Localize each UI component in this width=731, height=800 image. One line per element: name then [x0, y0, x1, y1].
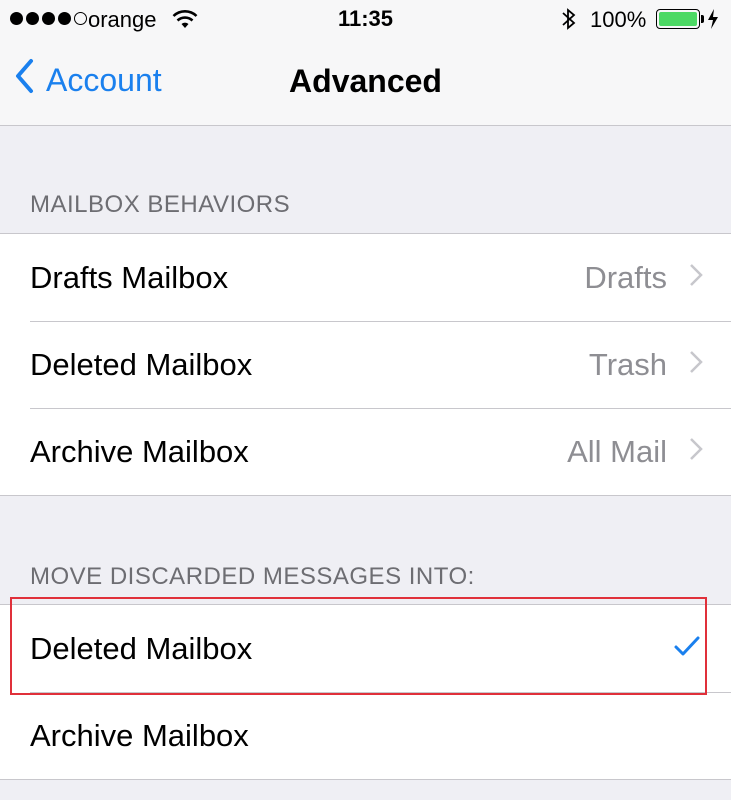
row-value: All Mail: [567, 433, 667, 469]
section-header-move-discarded: MOVE DISCARDED MESSAGES INTO:: [30, 563, 475, 590]
deleted-mailbox-row[interactable]: Deleted Mailbox Trash: [0, 321, 731, 408]
row-label: Drafts Mailbox: [30, 259, 229, 295]
battery-icon: [656, 9, 704, 29]
mailbox-behaviors-group: Drafts Mailbox Drafts Deleted Mailbox Tr…: [0, 233, 731, 496]
chevron-right-icon: [689, 437, 703, 466]
option-deleted-mailbox[interactable]: Deleted Mailbox: [0, 605, 731, 692]
option-archive-mailbox[interactable]: Archive Mailbox: [0, 692, 731, 779]
move-discarded-group: Deleted Mailbox Archive Mailbox: [0, 604, 731, 780]
status-bar: orange 11:35 100%: [0, 0, 731, 40]
drafts-mailbox-row[interactable]: Drafts Mailbox Drafts: [0, 234, 731, 321]
top-bar: orange 11:35 100% Account Advanced: [0, 0, 731, 126]
row-label: Deleted Mailbox: [30, 630, 253, 666]
battery-percent: 100%: [590, 7, 647, 32]
bluetooth-icon: [560, 6, 578, 37]
row-value: Trash: [588, 346, 667, 382]
section-header-mailbox-behaviors: MAILBOX BEHAVIORS: [30, 191, 291, 218]
row-label: Archive Mailbox: [30, 433, 249, 469]
row-label: Deleted Mailbox: [30, 346, 253, 382]
navigation-bar: Account Advanced: [0, 40, 731, 126]
archive-mailbox-row[interactable]: Archive Mailbox All Mail: [0, 408, 731, 495]
chevron-right-icon: [689, 350, 703, 379]
charging-bolt-icon: [707, 8, 719, 35]
row-value: Drafts: [584, 259, 667, 295]
row-label: Archive Mailbox: [30, 717, 249, 753]
checkmark-icon: [673, 635, 703, 662]
chevron-right-icon: [689, 263, 703, 292]
page-title: Advanced: [289, 63, 442, 99]
